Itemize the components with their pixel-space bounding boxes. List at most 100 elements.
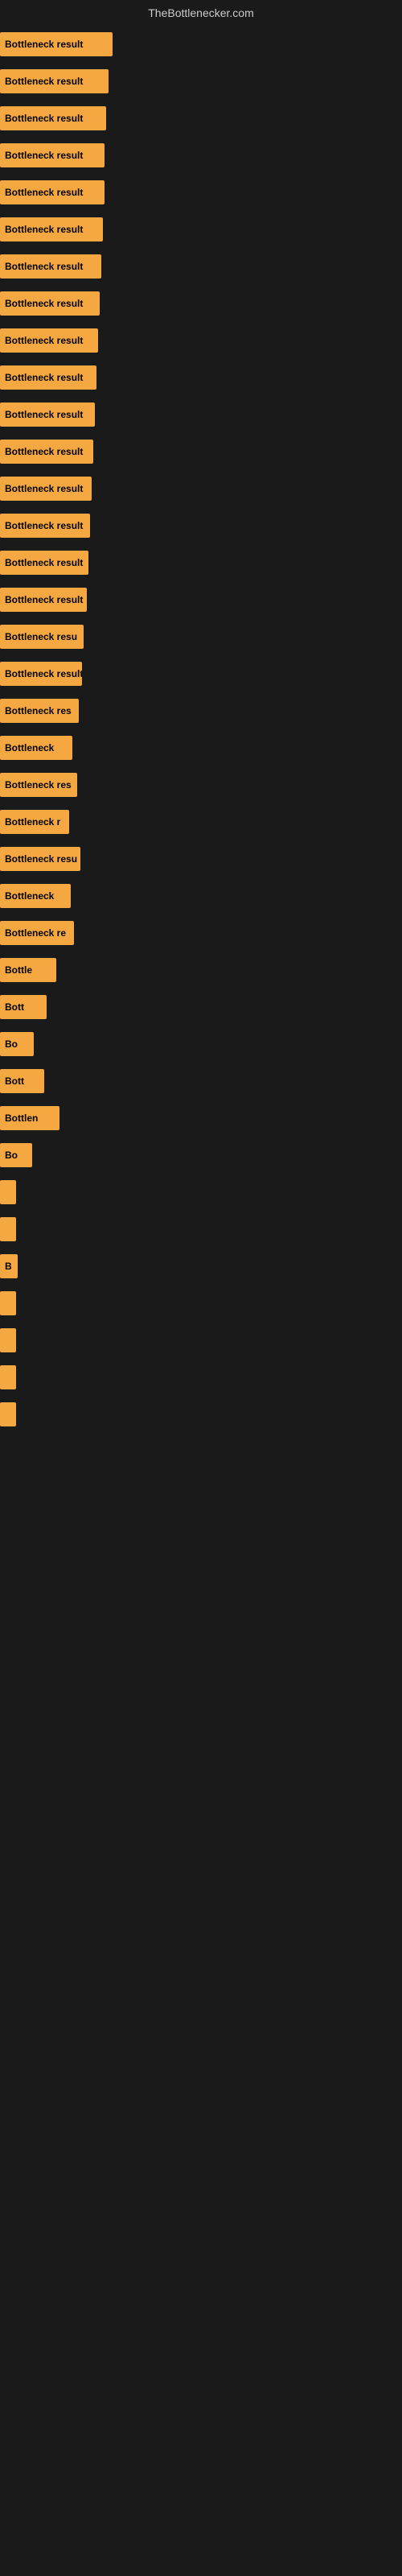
bar-row: Bottleneck re [0, 918, 402, 948]
result-bar: Bottleneck result [0, 106, 106, 130]
bar-label: Bottleneck result [5, 668, 82, 679]
bar-label: Bottleneck result [5, 446, 83, 457]
result-bar: Bottleneck result [0, 477, 92, 501]
bar-row [0, 1288, 402, 1319]
bar-row: Bottleneck result [0, 584, 402, 615]
result-bar: Bottleneck result [0, 662, 82, 686]
result-bar [0, 1180, 16, 1204]
result-bar [0, 1365, 16, 1389]
bar-label: Bottleneck result [5, 372, 83, 383]
site-header: TheBottlenecker.com [0, 0, 402, 23]
bar-row: Bottleneck result [0, 103, 402, 134]
bar-label: Bottleneck result [5, 409, 83, 420]
bar-row [0, 1362, 402, 1393]
bar-label: Bottleneck result [5, 298, 83, 309]
bar-row: Bottleneck result [0, 288, 402, 319]
bar-label: Bottleneck res [5, 779, 72, 791]
bar-row: Bottleneck result [0, 436, 402, 467]
result-bar [0, 1328, 16, 1352]
result-bar: Bottleneck result [0, 32, 113, 56]
site-title: TheBottlenecker.com [148, 6, 254, 19]
result-bar: B [0, 1254, 18, 1278]
bar-label: Bottleneck result [5, 335, 83, 346]
bar-row: Bottleneck result [0, 658, 402, 689]
result-bar: Bottleneck result [0, 440, 93, 464]
bar-label: Bottleneck r [5, 816, 60, 828]
bar-row: Bottleneck result [0, 547, 402, 578]
result-bar: Bottleneck result [0, 143, 105, 167]
bar-label: B [5, 1261, 12, 1272]
bar-row: Bottleneck result [0, 325, 402, 356]
bar-label: Bo [5, 1038, 18, 1050]
bar-row: Bottleneck res [0, 696, 402, 726]
bar-row [0, 1214, 402, 1245]
bar-row: Bottleneck res [0, 770, 402, 800]
bar-label: Bottleneck res [5, 705, 72, 716]
bar-row: Bo [0, 1029, 402, 1059]
result-bar [0, 1291, 16, 1315]
result-bar [0, 1217, 16, 1241]
bar-row: Bottleneck result [0, 251, 402, 282]
bar-row: Bo [0, 1140, 402, 1170]
bar-label: Bottlen [5, 1113, 38, 1124]
result-bar: Bottleneck r [0, 810, 69, 834]
result-bar: Bottleneck res [0, 699, 79, 723]
bar-row: Bottleneck result [0, 66, 402, 97]
bar-row: B [0, 1251, 402, 1282]
bar-row: Bottleneck result [0, 473, 402, 504]
bar-label: Bott [5, 1075, 24, 1087]
bar-row [0, 1177, 402, 1208]
bar-label: Bottle [5, 964, 32, 976]
bar-label: Bottleneck [5, 742, 54, 753]
bar-row: Bottleneck result [0, 29, 402, 60]
bar-row: Bott [0, 1066, 402, 1096]
bar-row: Bottlen [0, 1103, 402, 1133]
bar-label: Bott [5, 1001, 24, 1013]
bar-row [0, 1325, 402, 1356]
bar-label: Bottleneck [5, 890, 54, 902]
bar-label: Bottleneck result [5, 150, 83, 161]
result-bar: Bottleneck result [0, 551, 88, 575]
bar-label: Bottleneck result [5, 39, 83, 50]
result-bar: Bo [0, 1143, 32, 1167]
bar-label: Bottleneck re [5, 927, 66, 939]
bar-label: Bottleneck result [5, 557, 83, 568]
result-bar: Bott [0, 1069, 44, 1093]
bar-label: Bo [5, 1150, 18, 1161]
bar-label: Bottleneck result [5, 76, 83, 87]
bars-container: Bottleneck result Bottleneck result Bottle… [0, 23, 402, 1436]
result-bar: Bottleneck resu [0, 847, 80, 871]
bar-row: Bottleneck result [0, 214, 402, 245]
result-bar: Bo [0, 1032, 34, 1056]
bar-label: Bottleneck result [5, 113, 83, 124]
result-bar: Bottleneck [0, 736, 72, 760]
result-bar: Bottleneck result [0, 365, 96, 390]
result-bar: Bottleneck re [0, 921, 74, 945]
result-bar: Bottleneck res [0, 773, 77, 797]
bar-row: Bottleneck resu [0, 621, 402, 652]
result-bar: Bottleneck resu [0, 625, 84, 649]
bar-row: Bottleneck [0, 881, 402, 911]
result-bar: Bottleneck result [0, 514, 90, 538]
result-bar: Bottleneck result [0, 588, 87, 612]
bar-label: Bottleneck result [5, 594, 83, 605]
result-bar: Bott [0, 995, 47, 1019]
result-bar: Bottle [0, 958, 56, 982]
bar-row: Bottle [0, 955, 402, 985]
bar-label: Bottleneck result [5, 520, 83, 531]
result-bar: Bottleneck result [0, 180, 105, 204]
result-bar: Bottleneck result [0, 402, 95, 427]
bar-row: Bottleneck [0, 733, 402, 763]
bar-label: Bottleneck result [5, 261, 83, 272]
bar-label: Bottleneck resu [5, 631, 77, 642]
result-bar: Bottleneck [0, 884, 71, 908]
result-bar: Bottleneck result [0, 69, 109, 93]
bar-row: Bottleneck result [0, 177, 402, 208]
bar-label: Bottleneck result [5, 483, 83, 494]
bar-row: Bottleneck result [0, 362, 402, 393]
bar-row: Bottleneck r [0, 807, 402, 837]
bar-label: Bottleneck result [5, 224, 83, 235]
result-bar: Bottleneck result [0, 254, 101, 279]
bar-row: Bott [0, 992, 402, 1022]
bar-row: Bottleneck result [0, 510, 402, 541]
